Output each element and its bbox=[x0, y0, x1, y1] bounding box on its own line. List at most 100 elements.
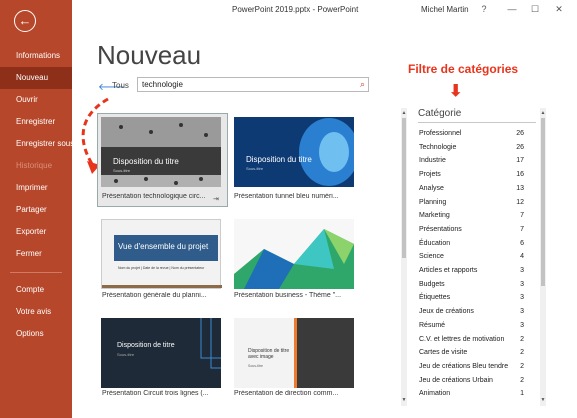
thumb-subtitle: Sous-titre bbox=[117, 352, 135, 357]
category-name: Science bbox=[419, 253, 444, 261]
category-item[interactable]: Cartes de visite 2 bbox=[419, 347, 524, 359]
template-thumbnail[interactable]: Disposition de titre avec image Sous-tit… bbox=[234, 318, 354, 388]
category-name: Jeu de créations Bleu tendre bbox=[419, 362, 509, 370]
nav-imprimer[interactable]: Imprimer bbox=[0, 177, 72, 199]
category-count: 2 bbox=[520, 376, 524, 384]
nav-partager[interactable]: Partager bbox=[0, 199, 72, 221]
thumb-title: Vue d'ensemble du projet bbox=[118, 242, 209, 251]
category-item[interactable]: Planning 12 bbox=[419, 197, 524, 209]
category-item[interactable]: Budgets 3 bbox=[419, 279, 524, 291]
template-thumbnail[interactable]: Disposition du titre Sous-titre bbox=[101, 117, 221, 187]
back-arrow-icon[interactable]: ← bbox=[14, 10, 36, 32]
template-label[interactable]: Présentation de direction comm... bbox=[234, 390, 359, 397]
user-name[interactable]: Michel Martin bbox=[421, 5, 469, 14]
category-name: Technologie bbox=[419, 143, 457, 151]
thumb-title: Disposition de titre avec image bbox=[248, 348, 290, 360]
category-count: 6 bbox=[520, 239, 524, 247]
scroll-down-icon[interactable]: ▼ bbox=[540, 397, 546, 403]
category-item[interactable]: C.V. et lettres de motivation 2 bbox=[419, 334, 524, 346]
category-item[interactable]: Présentations 7 bbox=[419, 224, 524, 236]
template-label[interactable]: Présentation technologique circ... bbox=[102, 193, 227, 200]
category-item[interactable]: Projets 16 bbox=[419, 169, 524, 181]
category-name: Jeu de créations Urbain bbox=[419, 376, 493, 384]
category-name: C.V. et lettres de motivation bbox=[419, 335, 505, 343]
search-icon[interactable]: ⌕ bbox=[360, 79, 365, 90]
category-item[interactable]: Articles et rapports 3 bbox=[419, 265, 524, 277]
nav-exporter[interactable]: Exporter bbox=[0, 221, 72, 243]
tunnel-graphic bbox=[299, 118, 354, 186]
window-title: PowerPoint 2019.pptx - PowerPoint bbox=[232, 5, 359, 14]
search-input[interactable] bbox=[138, 78, 346, 91]
close-button[interactable]: ✕ bbox=[552, 2, 566, 16]
template-label[interactable]: Présentation tunnel bleu numéri... bbox=[234, 193, 359, 200]
category-item[interactable]: Jeux de créations 3 bbox=[419, 306, 524, 318]
category-name: Budgets bbox=[419, 280, 445, 288]
category-name: Jeux de créations bbox=[419, 308, 474, 316]
template-thumbnail[interactable] bbox=[234, 219, 354, 289]
scroll-thumb[interactable] bbox=[402, 118, 406, 258]
category-count: 26 bbox=[516, 143, 524, 151]
pin-icon[interactable]: ⇥ bbox=[213, 195, 219, 203]
category-count: 2 bbox=[520, 335, 524, 343]
nav-votre-avis[interactable]: Votre avis bbox=[0, 301, 72, 323]
category-heading: Catégorie bbox=[418, 108, 462, 119]
scroll-thumb[interactable] bbox=[541, 118, 545, 286]
search-box[interactable]: ⌕ bbox=[137, 77, 369, 92]
category-name: Éducation bbox=[419, 239, 451, 247]
nav-fermer[interactable]: Fermer bbox=[0, 243, 72, 265]
thumb-subtitle: Sous-titre bbox=[246, 166, 264, 171]
scroll-up-icon[interactable]: ▲ bbox=[401, 110, 407, 116]
category-item[interactable]: Animation 1 bbox=[419, 388, 524, 400]
template-thumbnail[interactable]: Vue d'ensemble du projet Nom du projet |… bbox=[101, 219, 222, 289]
nav-ouvrir[interactable]: Ouvrir bbox=[0, 89, 72, 111]
category-item[interactable]: Marketing 7 bbox=[419, 210, 524, 222]
category-count: 26 bbox=[516, 130, 524, 137]
thumb-subtitle: Sous-titre bbox=[248, 364, 263, 368]
template-label[interactable]: Présentation générale du planni... bbox=[102, 292, 227, 299]
nav-informations[interactable]: Informations bbox=[0, 45, 72, 67]
category-item[interactable]: Professionnel 26 bbox=[419, 128, 524, 140]
thumb-subtitle: Sous-titre bbox=[113, 168, 131, 173]
category-item[interactable]: Étiquettes 3 bbox=[419, 292, 524, 304]
category-count: 1 bbox=[520, 390, 524, 398]
category-name: Analyse bbox=[419, 184, 444, 192]
scroll-down-icon[interactable]: ▼ bbox=[401, 397, 407, 403]
scroll-up-icon[interactable]: ▲ bbox=[540, 110, 546, 116]
minimize-button[interactable]: — bbox=[505, 2, 519, 16]
category-item[interactable]: Résumé 3 bbox=[419, 320, 524, 332]
title-bar: PowerPoint 2019.pptx - PowerPoint Michel… bbox=[72, 0, 577, 20]
nav-enregistrer-sous[interactable]: Enregistrer sous bbox=[0, 133, 74, 155]
category-count: 3 bbox=[520, 308, 524, 316]
circuit-pattern bbox=[101, 117, 221, 187]
template-thumbnail[interactable]: Disposition du titre Sous-titre bbox=[234, 117, 354, 187]
category-name: Planning bbox=[419, 198, 447, 206]
category-item[interactable]: Science 4 bbox=[419, 251, 524, 263]
category-count: 16 bbox=[516, 171, 524, 179]
nav-enregistrer[interactable]: Enregistrer bbox=[0, 111, 72, 133]
category-item[interactable]: Analyse 13 bbox=[419, 183, 524, 195]
category-item[interactable]: Industrie 17 bbox=[419, 155, 524, 167]
category-count: 17 bbox=[516, 157, 524, 165]
all-templates-link[interactable]: Tous bbox=[112, 81, 129, 90]
category-item[interactable]: Jeu de créations Urbain 2 bbox=[419, 375, 524, 387]
category-count: 3 bbox=[520, 321, 524, 329]
nav-options[interactable]: Options bbox=[0, 323, 72, 345]
category-name: Résumé bbox=[419, 321, 446, 329]
template-label[interactable]: Présentation business - Thème "... bbox=[234, 292, 359, 299]
category-name: Présentations bbox=[419, 225, 462, 233]
maximize-button[interactable]: ☐ bbox=[528, 2, 542, 16]
backstage-sidebar: ← Informations Nouveau Ouvrir Enregistre… bbox=[0, 0, 74, 418]
template-thumbnail[interactable]: Disposition de titre Sous-titre bbox=[101, 318, 221, 388]
category-count: 3 bbox=[520, 280, 524, 288]
category-item[interactable]: Technologie 26 bbox=[419, 142, 524, 154]
help-button[interactable]: ? bbox=[477, 2, 491, 16]
polygon-graphic bbox=[234, 229, 354, 289]
nav-nouveau[interactable]: Nouveau bbox=[0, 67, 72, 89]
category-item[interactable]: Jeu de créations Bleu tendre 2 bbox=[419, 361, 524, 373]
category-name: Projets bbox=[419, 171, 441, 179]
category-name: Cartes de visite bbox=[419, 349, 468, 357]
category-count: 7 bbox=[520, 212, 524, 220]
template-label[interactable]: Présentation Circuit trois lignes (... bbox=[102, 390, 227, 397]
category-item[interactable]: Éducation 6 bbox=[419, 238, 524, 250]
nav-compte[interactable]: Compte bbox=[0, 279, 72, 301]
